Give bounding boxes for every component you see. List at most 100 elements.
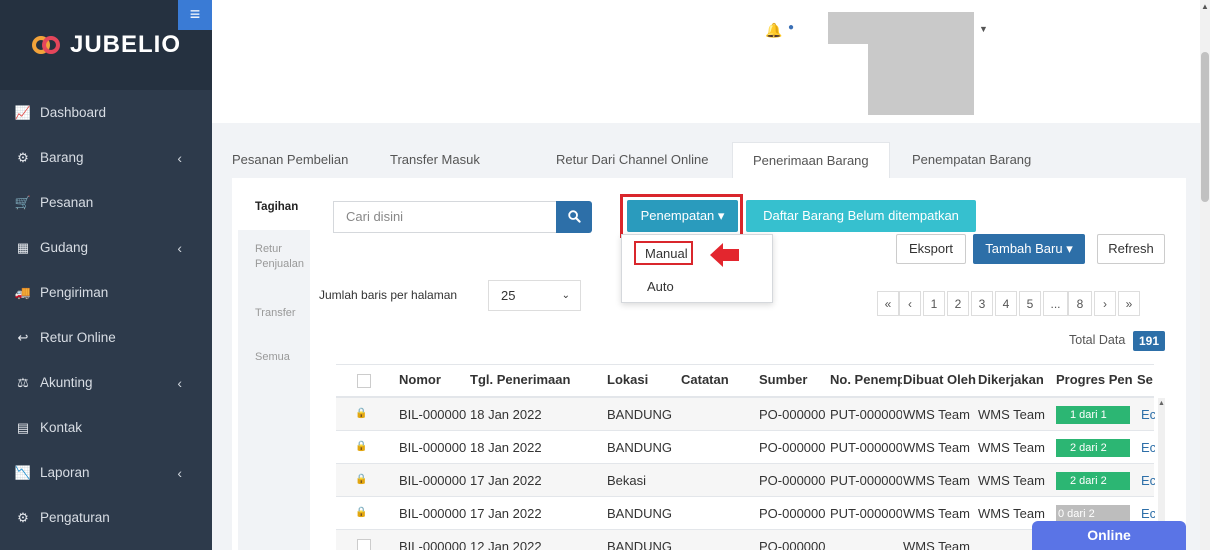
brand-name: JUBELIO [70, 31, 182, 58]
column-header[interactable]: Catatan [681, 372, 757, 387]
scroll-up-icon[interactable]: ▲ [1201, 2, 1209, 11]
sidebar-item-9[interactable]: ⚙ Pengaturan [0, 495, 212, 540]
top-bar [212, 0, 1210, 123]
sidebar-item-7[interactable]: ▤ Kontak [0, 405, 212, 450]
column-header[interactable]: Nomor [399, 372, 467, 387]
pagination-item-4[interactable]: 3 [971, 291, 993, 316]
table-cell-tgl: 17 Jan 2022 [470, 473, 542, 488]
sidebar-item-icon: ⚙ [17, 509, 29, 525]
search-input[interactable]: Cari disini [333, 201, 558, 233]
rows-per-page-select[interactable]: 25 ⌄ [488, 280, 581, 311]
table-cell-sumber: PO-000000 [759, 407, 826, 422]
pagination-item-8[interactable]: 8 [1068, 291, 1092, 316]
column-header[interactable]: Tgl. Penerimaan [470, 372, 605, 387]
table-cell-lokasi: Bekasi [607, 473, 647, 488]
pagination-item-0[interactable]: « [877, 291, 899, 316]
table-cell-sumber: PO-000000 [759, 473, 826, 488]
table-cell-tgl: 12 Jan 2022 [470, 539, 542, 550]
sidebar-item-3[interactable]: ▦ Gudang ‹ [0, 225, 212, 270]
sidebar-item-label: Pengiriman [40, 285, 109, 300]
subnav-transfer[interactable]: Transfer [238, 306, 310, 321]
rows-per-page-value: 25 [501, 288, 516, 303]
daftar-barang-belum-ditempatkan-button[interactable]: Daftar Barang Belum ditempatkan [746, 200, 976, 232]
row-checkbox[interactable] [357, 539, 371, 550]
pagination-item-5[interactable]: 4 [995, 291, 1017, 316]
tambah-baru-button[interactable]: Tambah Baru ▾ [973, 234, 1085, 264]
table-scroll-up-icon[interactable]: ▲ [1158, 400, 1165, 407]
sidebar-item-2[interactable]: 🛒 Pesanan [0, 180, 212, 225]
user-name-redacted[interactable] [828, 12, 974, 44]
lock-icon: 🔒 [355, 474, 368, 485]
tab-retur-dari-channel-online[interactable]: Retur Dari Channel Online [556, 142, 708, 178]
table-cell-dikerjakan: WMS Team [978, 440, 1045, 455]
chevron-left-icon: ‹ [177, 149, 182, 166]
table-cell-nomor: BIL-000000 [399, 440, 467, 455]
pagination-item-10[interactable]: » [1118, 291, 1140, 316]
sidebar-item-label: Kontak [40, 420, 83, 435]
column-header[interactable]: Lokasi [607, 372, 679, 387]
pagination-item-7[interactable]: ... [1043, 291, 1068, 316]
table-cell-no-penemp: PUT-000000 [830, 506, 902, 521]
sidebar-item-4[interactable]: 🚚 Pengiriman [0, 270, 212, 315]
chevron-left-icon: ‹ [177, 374, 182, 391]
red-arrow-icon [710, 243, 739, 267]
sidebar-item-8[interactable]: 📉 Laporan ‹ [0, 450, 212, 495]
page-scrollbar[interactable] [1200, 0, 1210, 550]
column-header[interactable]: Sumber [759, 372, 829, 387]
table-cell-nomor: BIL-000000 [399, 407, 467, 422]
table-cell-dikerjakan: WMS Team [978, 506, 1045, 521]
pagination-item-6[interactable]: 5 [1019, 291, 1041, 316]
search-button[interactable] [556, 201, 592, 233]
edit-link[interactable]: Ec [1141, 506, 1155, 521]
sidebar-item-icon: ⚙ [17, 149, 29, 165]
table-cell-dibuat: WMS Team [903, 407, 970, 422]
subnav-tagihan[interactable]: Tagihan [238, 186, 310, 230]
subnav-retur-penjualan[interactable]: Retur Penjualan [238, 242, 304, 272]
edit-link[interactable]: Ec [1141, 440, 1155, 455]
total-data-label: Total Data [1069, 333, 1126, 347]
tab-penerimaan-barang[interactable]: Penerimaan Barang [732, 142, 890, 179]
subnav-semua[interactable]: Semua [238, 350, 310, 365]
column-header[interactable]: Progres Pen [1056, 372, 1132, 387]
refresh-button[interactable]: Refresh [1097, 234, 1165, 264]
table-cell-no-penemp: PUT-000000 [830, 407, 902, 422]
pagination-item-1[interactable]: ‹ [899, 291, 921, 316]
tab-pesanan-pembelian[interactable]: Pesanan Pembelian [232, 142, 348, 178]
table-cell-no-penemp: PUT-000000 [830, 473, 902, 488]
brand[interactable]: JUBELIO ≡ [0, 0, 212, 90]
pagination-item-9[interactable]: › [1094, 291, 1116, 316]
eksport-button[interactable]: Eksport [896, 234, 966, 264]
table-cell-no-penemp: PUT-000000 [830, 440, 902, 455]
sidebar-item-1[interactable]: ⚙ Barang ‹ [0, 135, 212, 180]
progress-badge: 1 dari 1 [1056, 406, 1130, 424]
manual-highlight-box [634, 241, 693, 265]
pagination-item-3[interactable]: 2 [947, 291, 969, 316]
dropdown-item-auto[interactable]: Auto [647, 279, 674, 294]
select-all-checkbox[interactable] [357, 374, 371, 388]
sidebar-item-6[interactable]: ⚖ Akunting ‹ [0, 360, 212, 405]
sidebar-item-icon: ↩ [17, 329, 29, 345]
column-header[interactable]: Dibuat Oleh [903, 372, 977, 387]
online-chat-badge[interactable]: Online [1032, 521, 1186, 550]
table-cell-sumber: PO-000000 [759, 539, 826, 550]
column-header[interactable]: Dikerjakan [978, 372, 1054, 387]
sidebar-item-icon: ⚖ [17, 374, 29, 390]
column-header[interactable]: No. Penemp [830, 372, 902, 387]
sidebar-item-5[interactable]: ↩ Retur Online [0, 315, 212, 360]
tab-penempatan-barang[interactable]: Penempatan Barang [912, 142, 1031, 178]
tab-transfer-masuk[interactable]: Transfer Masuk [390, 142, 480, 178]
total-data-badge: 191 [1133, 331, 1165, 351]
user-dropdown-icon[interactable]: ▼ [979, 24, 988, 34]
lock-icon: 🔒 [355, 441, 368, 452]
notification-bell-icon[interactable]: 🔔 [765, 22, 782, 39]
sidebar-item-icon: ▦ [16, 239, 30, 255]
column-header[interactable]: Se [1137, 372, 1153, 387]
sidebar-item-0[interactable]: 📈 Dashboard [0, 90, 212, 135]
hamburger-menu-icon[interactable]: ≡ [178, 0, 212, 30]
sub-navigation: Tagihan Retur Penjualan Transfer Semua [238, 186, 310, 550]
pagination-item-2[interactable]: 1 [923, 291, 945, 316]
table-cell-dibuat: WMS Team [903, 539, 970, 550]
edit-link[interactable]: Ec [1141, 473, 1155, 488]
table-cell-dikerjakan: WMS Team [978, 407, 1045, 422]
edit-link[interactable]: Ec [1141, 407, 1155, 422]
